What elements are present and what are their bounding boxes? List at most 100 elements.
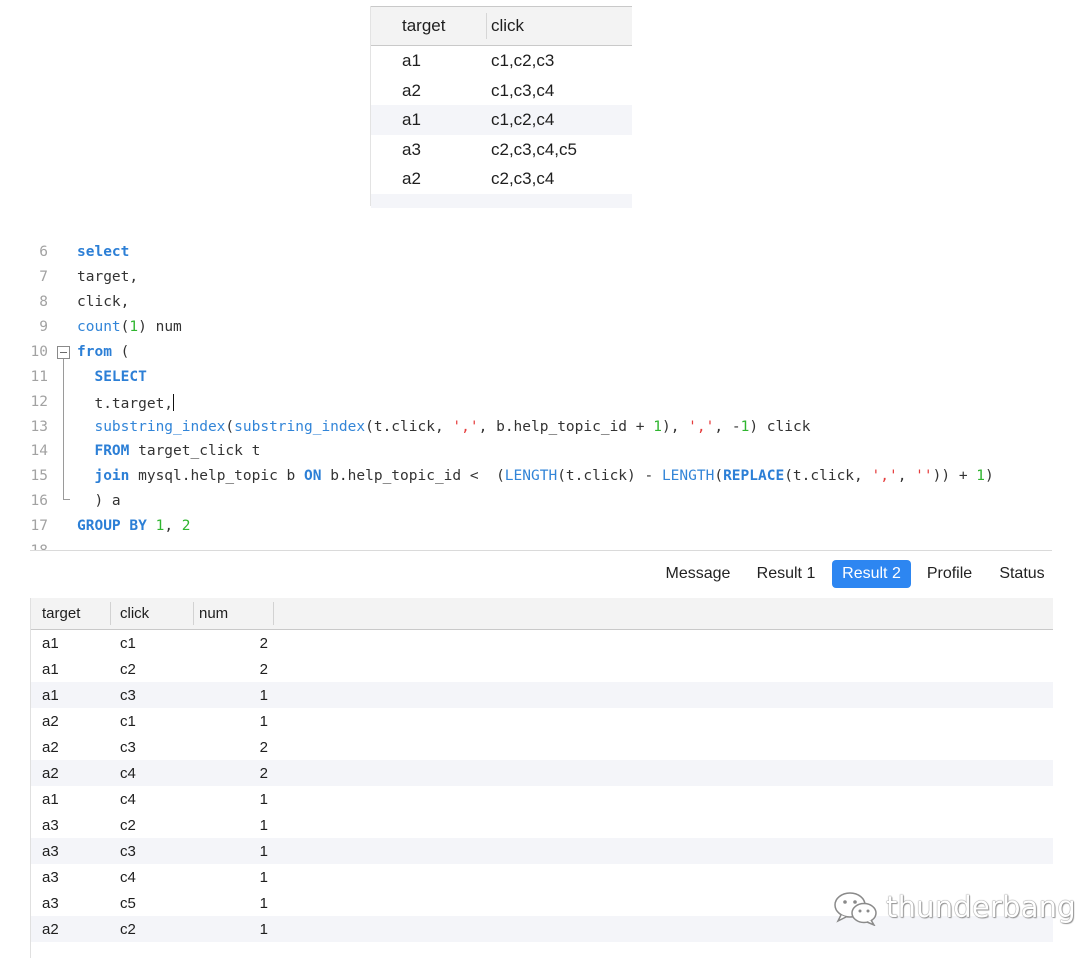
cell-target[interactable]: a3 [42, 843, 59, 860]
column-divider[interactable] [486, 13, 487, 39]
cell-target[interactable]: a1 [42, 791, 59, 808]
code-text[interactable]: click, [77, 294, 129, 310]
tab-message[interactable]: Message [660, 560, 736, 588]
sql-editor[interactable]: 6 select 7 target, 8 click, 9 count(1) n… [30, 238, 1052, 550]
cell-target[interactable]: a2 [402, 81, 421, 101]
cell-target[interactable]: a3 [402, 140, 421, 160]
column-header-click[interactable]: click [491, 16, 524, 36]
code-line[interactable]: 11 SELECT [30, 365, 1052, 389]
cell-num[interactable]: 1 [181, 843, 268, 860]
code-line[interactable]: 6 select [30, 240, 1052, 264]
table-row[interactable]: a2 c3 2 [31, 734, 1053, 760]
table-row[interactable]: a3 c2 1 [31, 812, 1053, 838]
cell-click[interactable]: c2,c3,c4 [491, 169, 554, 189]
code-text[interactable]: target, [77, 269, 138, 285]
cell-target[interactable]: a1 [42, 661, 59, 678]
code-text[interactable]: from ( [77, 344, 129, 360]
code-text[interactable]: count(1) num [77, 319, 182, 335]
cell-target[interactable]: a2 [402, 169, 421, 189]
column-header-target[interactable]: target [402, 16, 445, 36]
table-row[interactable]: a1 c4 1 [31, 786, 1053, 812]
code-line[interactable]: 12 t.target, [30, 390, 1052, 414]
table-row[interactable]: a1 c3 1 [31, 682, 1053, 708]
cell-click[interactable]: c4 [120, 791, 136, 808]
column-divider[interactable] [273, 602, 274, 625]
cell-target[interactable]: a3 [42, 895, 59, 912]
cell-num[interactable]: 2 [181, 661, 268, 678]
cell-num[interactable]: 2 [181, 635, 268, 652]
cell-click[interactable]: c2,c3,c4,c5 [491, 140, 577, 160]
table-row[interactable]: a2 c4 2 [31, 760, 1053, 786]
cell-click[interactable]: c5 [120, 895, 136, 912]
cell-num[interactable]: 1 [181, 817, 268, 834]
code-line[interactable]: 9 count(1) num [30, 315, 1052, 339]
code-text[interactable]: select [77, 244, 129, 260]
cell-num[interactable]: 1 [181, 921, 268, 938]
code-line[interactable]: 18 [30, 539, 1052, 550]
table-row[interactable]: a2 c1,c3,c4 [371, 76, 632, 106]
cell-click[interactable]: c3 [120, 739, 136, 756]
cell-target[interactable]: a2 [42, 921, 59, 938]
code-line[interactable]: 7 target, [30, 265, 1052, 289]
table-row[interactable]: a3 c3 1 [31, 838, 1053, 864]
cell-target[interactable]: a3 [42, 869, 59, 886]
cell-target[interactable]: a3 [42, 817, 59, 834]
tab-profile[interactable]: Profile [921, 560, 978, 588]
table-row[interactable]: a1 c2 2 [31, 656, 1053, 682]
cell-num[interactable]: 2 [181, 739, 268, 756]
code-line[interactable]: 17 GROUP BY 1, 2 [30, 514, 1052, 538]
cell-target[interactable]: a1 [402, 51, 421, 71]
cell-click[interactable]: c2 [120, 817, 136, 834]
cell-click[interactable]: c4 [120, 765, 136, 782]
cell-click[interactable]: c2 [120, 921, 136, 938]
cell-click[interactable]: c1,c2,c4 [491, 110, 554, 130]
code-text[interactable]: join mysql.help_topic b ON b.help_topic_… [77, 468, 993, 484]
code-line[interactable]: 16 ) a [30, 489, 1052, 513]
cell-click[interactable]: c1 [120, 635, 136, 652]
cell-num[interactable]: 1 [181, 869, 268, 886]
table-row[interactable]: a2 c1 1 [31, 708, 1053, 734]
code-text[interactable]: ) a [77, 493, 120, 509]
column-header-click[interactable]: click [120, 605, 149, 622]
cell-click[interactable]: c1,c3,c4 [491, 81, 554, 101]
cell-target[interactable]: a2 [42, 713, 59, 730]
cell-num[interactable]: 1 [181, 791, 268, 808]
cell-click[interactable]: c3 [120, 843, 136, 860]
cell-target[interactable]: a1 [402, 110, 421, 130]
table-row[interactable]: a1 c1,c2,c3 [371, 46, 632, 76]
table-row[interactable]: a1 c1 2 [31, 630, 1053, 656]
code-text[interactable]: GROUP BY 1, 2 [77, 518, 191, 534]
cell-target[interactable]: a2 [42, 765, 59, 782]
cell-num[interactable]: 2 [181, 765, 268, 782]
code-text[interactable]: FROM target_click t [77, 443, 260, 459]
code-line[interactable]: 13 substring_index(substring_index(t.cli… [30, 415, 1052, 439]
tab-status[interactable]: Status [993, 560, 1051, 588]
cell-click[interactable]: c1 [120, 713, 136, 730]
column-divider[interactable] [110, 602, 111, 625]
cell-click[interactable]: c3 [120, 687, 136, 704]
cell-click[interactable]: c4 [120, 869, 136, 886]
cell-target[interactable]: a1 [42, 687, 59, 704]
cell-num[interactable]: 1 [181, 687, 268, 704]
code-text[interactable]: substring_index(substring_index(t.click,… [77, 419, 810, 435]
cell-click[interactable]: c2 [120, 661, 136, 678]
cell-target[interactable]: a1 [42, 635, 59, 652]
column-header-num[interactable]: num [199, 605, 228, 622]
fold-collapse-icon[interactable] [57, 346, 70, 359]
table-row[interactable]: a1 c1,c2,c4 [371, 105, 632, 135]
column-header-target[interactable]: target [42, 605, 80, 622]
code-text[interactable]: t.target, [77, 394, 175, 412]
code-line[interactable]: 14 FROM target_click t [30, 439, 1052, 463]
cell-target[interactable]: a2 [42, 739, 59, 756]
table-row[interactable]: a2 c2,c3,c4 [371, 164, 632, 194]
cell-num[interactable]: 1 [181, 895, 268, 912]
code-line[interactable]: 15 join mysql.help_topic b ON b.help_top… [30, 464, 1052, 488]
code-line[interactable]: 8 click, [30, 290, 1052, 314]
cell-click[interactable]: c1,c2,c3 [491, 51, 554, 71]
tab-result-1[interactable]: Result 1 [751, 560, 821, 588]
table-row[interactable]: a3 c2,c3,c4,c5 [371, 135, 632, 165]
cell-num[interactable]: 1 [181, 713, 268, 730]
code-text[interactable]: SELECT [77, 369, 146, 385]
code-line[interactable]: 10 from ( [30, 340, 1052, 364]
column-divider[interactable] [193, 602, 194, 625]
